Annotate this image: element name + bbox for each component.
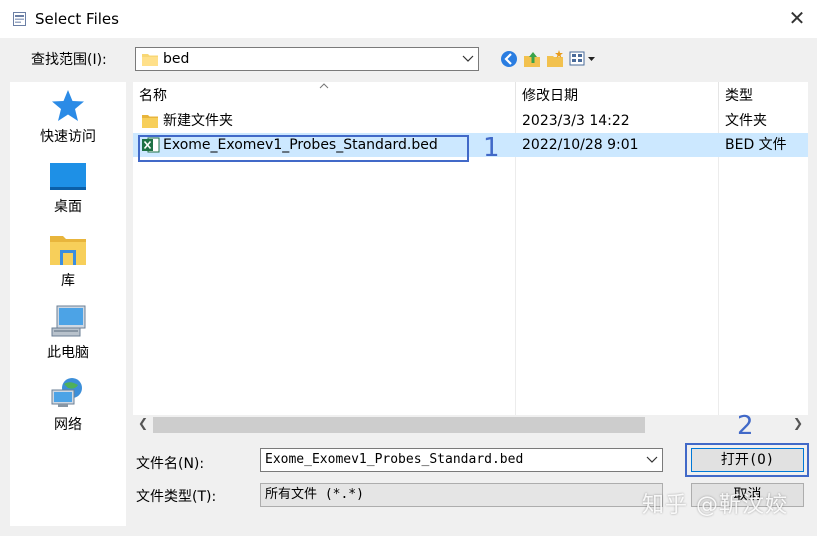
scroll-right-icon[interactable]: ❯ xyxy=(793,416,803,430)
up-folder-icon[interactable] xyxy=(522,49,542,69)
file-type: BED 文件 xyxy=(725,137,787,153)
star-icon xyxy=(52,90,84,121)
close-button[interactable]: ✕ xyxy=(783,4,811,32)
filename-input[interactable]: Exome_Exomev1_Probes_Standard.bed xyxy=(260,448,663,472)
horizontal-scrollbar[interactable]: ❮ ❯ xyxy=(133,415,808,435)
annotation-box-1 xyxy=(138,135,469,162)
annotation-number-1: 1 xyxy=(483,133,500,163)
sort-ascending-icon xyxy=(319,83,329,89)
place-library[interactable]: 库 xyxy=(10,232,126,290)
filename-label: 文件名(N): xyxy=(136,456,205,472)
close-icon: ✕ xyxy=(788,6,806,30)
place-label: 网络 xyxy=(54,417,82,433)
filetype-label: 文件类型(T): xyxy=(136,489,217,505)
place-desktop[interactable]: 桌面 xyxy=(10,160,126,216)
folder-icon xyxy=(142,115,158,128)
app-icon xyxy=(13,12,26,26)
folder-icon xyxy=(142,54,158,66)
file-date: 2023/3/3 14:22 xyxy=(522,113,630,129)
file-type: 文件夹 xyxy=(725,113,767,129)
network-icon xyxy=(51,378,82,407)
back-icon[interactable] xyxy=(499,49,519,69)
view-menu-icon[interactable] xyxy=(569,49,597,69)
place-this-pc[interactable]: 此电脑 xyxy=(10,304,126,362)
window-title: Select Files xyxy=(35,10,119,28)
desktop-icon xyxy=(50,163,86,190)
filetype-value: 所有文件 (*.*) xyxy=(265,487,364,502)
annotation-box-2 xyxy=(685,443,809,477)
computer-icon xyxy=(51,305,86,337)
chevron-down-icon[interactable] xyxy=(646,455,658,465)
place-label: 库 xyxy=(61,273,75,289)
annotation-number-2: 2 xyxy=(737,411,754,441)
look-in-label: 查找范围(I): xyxy=(31,52,107,68)
watermark-text: 知乎 @靳汶姣 xyxy=(642,493,788,518)
column-header-date[interactable]: 修改日期 xyxy=(516,82,719,110)
column-header-type[interactable]: 类型 xyxy=(719,82,808,110)
file-date: 2022/10/28 9:01 xyxy=(522,137,639,153)
new-folder-icon[interactable] xyxy=(545,49,565,69)
scroll-left-icon[interactable]: ❮ xyxy=(138,416,148,430)
place-label: 此电脑 xyxy=(47,345,89,361)
place-network[interactable]: 网络 xyxy=(10,376,126,434)
filetype-select[interactable]: 所有文件 (*.*) xyxy=(260,483,663,507)
title-bar xyxy=(0,0,817,38)
place-quick-access[interactable]: 快速访问 xyxy=(10,88,126,146)
look-in-value: bed xyxy=(163,51,190,67)
chevron-down-icon xyxy=(462,55,474,62)
place-label: 快速访问 xyxy=(40,129,96,145)
places-bar: 快速访问 桌面 库 此电脑 网络 xyxy=(10,82,126,526)
list-item[interactable]: 新建文件夹 2023/3/3 14:22 文件夹 xyxy=(133,109,808,133)
scrollbar-thumb[interactable] xyxy=(153,417,645,433)
look-in-combobox[interactable]: bed xyxy=(135,47,479,71)
file-name: 新建文件夹 xyxy=(163,113,233,129)
filename-value: Exome_Exomev1_Probes_Standard.bed xyxy=(265,452,524,467)
library-folder-icon xyxy=(50,236,86,265)
place-label: 桌面 xyxy=(54,199,82,215)
